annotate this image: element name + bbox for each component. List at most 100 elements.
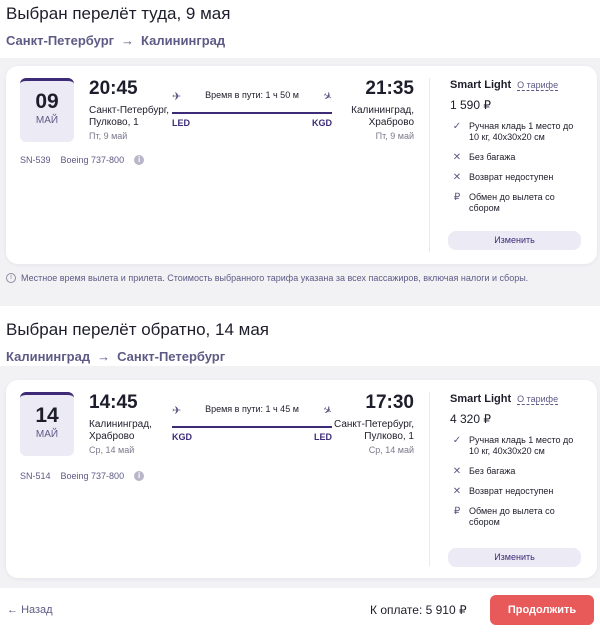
route-to: Калининград xyxy=(141,33,225,48)
arrival-time: 21:35 xyxy=(351,78,414,100)
feature-text: Обмен до вылета со сбором xyxy=(469,192,555,214)
inbound-flight-card: 14 МАЙ 14:45 Калининград, Храброво Ср, 1… xyxy=(6,380,597,578)
arrival-city-line-1: Калининград, xyxy=(351,105,414,117)
departure-code: LED xyxy=(172,118,190,128)
flight-duration: Время в пути: 1 ч 45 м xyxy=(172,404,332,414)
footer-bar: ← Назад К оплате: 5 910 ₽ Продолжить xyxy=(0,588,600,633)
departure-city-line-2: Храброво xyxy=(89,431,152,443)
feature-text-line: сбором xyxy=(469,203,555,214)
arrival-city-line-1: Санкт-Петербург, xyxy=(334,419,414,431)
ruble-icon: ₽ xyxy=(450,506,464,517)
cross-icon: ✕ xyxy=(450,466,464,477)
fare-block: Smart Light О тарифе 4 320 ₽ ✓ Ручная кл… xyxy=(450,393,584,528)
feature-text-line: Ручная кладь 1 место до xyxy=(469,435,573,446)
flight-line xyxy=(172,112,332,114)
back-label: Назад xyxy=(21,604,53,616)
date-day: 14 xyxy=(20,404,74,428)
flight-info: SN-514 Boeing 737-800 i xyxy=(20,471,154,481)
inbound-route: Калининград → Санкт-Петербург xyxy=(6,349,594,364)
route-from: Санкт-Петербург xyxy=(6,33,114,48)
departure-time: 14:45 xyxy=(89,392,152,414)
feature-text: Обмен до вылета со сбором xyxy=(469,506,555,528)
arrow-right-icon: → xyxy=(97,349,110,364)
feature-text-line: 10 кг, 40х30х20 см xyxy=(469,132,573,143)
outbound-header: Выбран перелёт туда, 9 мая Санкт-Петербу… xyxy=(0,0,600,58)
feature-text: Возврат недоступен xyxy=(469,486,553,497)
divider xyxy=(429,392,430,566)
divider xyxy=(429,78,430,252)
fare-feature: ✕ Возврат недоступен xyxy=(450,172,584,183)
outbound-flight-card: 09 МАЙ 20:45 Санкт-Петербург, Пулково, 1… xyxy=(6,66,597,264)
departure-city: Калининград, Храброво xyxy=(89,419,152,443)
feature-text: Без багажа xyxy=(469,152,515,163)
feature-text-line: Ручная кладь 1 место до xyxy=(469,121,573,132)
feature-text: Ручная кладь 1 место до 10 кг, 40х30х20 … xyxy=(469,121,573,143)
continue-button[interactable]: Продолжить xyxy=(490,595,594,625)
flight-number: SN-539 xyxy=(20,155,51,165)
date-badge: 14 МАЙ xyxy=(20,392,74,456)
fare-block: Smart Light О тарифе 1 590 ₽ ✓ Ручная кл… xyxy=(450,79,584,214)
departure-time: 20:45 xyxy=(89,78,169,100)
cross-icon: ✕ xyxy=(450,172,464,183)
fare-title: Smart Light О тарифе xyxy=(450,79,584,91)
cross-icon: ✕ xyxy=(450,152,464,163)
price-note: i Местное время вылета и прилета. Стоимо… xyxy=(6,273,528,283)
feature-text: Без багажа xyxy=(469,466,515,477)
arrival-city-line-2: Пулково, 1 xyxy=(334,431,414,443)
fare-feature: ✓ Ручная кладь 1 место до 10 кг, 40х30х2… xyxy=(450,435,584,457)
route-from: Калининград xyxy=(6,349,90,364)
arrow-left-icon: ← xyxy=(7,604,18,616)
page-title: Выбран перелёт туда, 9 мая xyxy=(6,4,594,24)
arrival-date: Пт, 9 май xyxy=(351,131,414,141)
departure-city-line-1: Санкт-Петербург, xyxy=(89,105,169,117)
inbound-header: Выбран перелёт обратно, 14 мая Калинингр… xyxy=(0,306,600,366)
fare-feature: ✕ Без багажа xyxy=(450,152,584,163)
arrival-block: 17:30 Санкт-Петербург, Пулково, 1 Ср, 14… xyxy=(334,392,414,455)
departure-block: 14:45 Калининград, Храброво Ср, 14 май xyxy=(89,392,152,455)
info-icon: i xyxy=(6,273,16,283)
arrival-city: Санкт-Петербург, Пулково, 1 xyxy=(334,419,414,443)
fare-feature: ₽ Обмен до вылета со сбором xyxy=(450,506,584,528)
flight-line xyxy=(172,426,332,428)
arrival-city: Калининград, Храброво xyxy=(351,105,414,129)
info-icon[interactable]: i xyxy=(134,155,144,165)
fare-price: 1 590 ₽ xyxy=(450,98,584,112)
aircraft-type: Boeing 737-800 xyxy=(61,471,125,481)
fare-feature: ₽ Обмен до вылета со сбором xyxy=(450,192,584,214)
fare-feature: ✓ Ручная кладь 1 место до 10 кг, 40х30х2… xyxy=(450,121,584,143)
fare-name: Smart Light xyxy=(450,393,511,405)
info-icon[interactable]: i xyxy=(134,471,144,481)
date-month: МАЙ xyxy=(20,115,74,126)
date-badge: 09 МАЙ xyxy=(20,78,74,142)
check-icon: ✓ xyxy=(450,121,464,132)
fare-name: Smart Light xyxy=(450,79,511,91)
arrival-code: LED xyxy=(314,432,332,442)
fare-details-link[interactable]: О тарифе xyxy=(517,394,558,405)
feature-text: Ручная кладь 1 место до 10 кг, 40х30х20 … xyxy=(469,435,573,457)
arrival-code: KGD xyxy=(312,118,332,128)
ruble-icon: ₽ xyxy=(450,192,464,203)
arrival-city-line-2: Храброво xyxy=(351,117,414,129)
change-fare-button[interactable]: Изменить xyxy=(448,548,581,567)
feature-text-line: 10 кг, 40х30х20 см xyxy=(469,446,573,457)
aircraft-type: Boeing 737-800 xyxy=(61,155,125,165)
feature-text-line: Обмен до вылета со xyxy=(469,506,555,517)
feature-text-line: Обмен до вылета со xyxy=(469,192,555,203)
flight-number: SN-514 xyxy=(20,471,51,481)
arrow-right-icon: → xyxy=(121,33,134,48)
departure-city-line-2: Пулково, 1 xyxy=(89,117,169,129)
date-month: МАЙ xyxy=(20,429,74,440)
price-note-text: Местное время вылета и прилета. Стоимост… xyxy=(21,273,528,283)
arrival-time: 17:30 xyxy=(334,392,414,414)
arrival-date: Ср, 14 май xyxy=(334,445,414,455)
departure-city-line-1: Калининград, xyxy=(89,419,152,431)
fare-details-link[interactable]: О тарифе xyxy=(517,80,558,91)
change-fare-button[interactable]: Изменить xyxy=(448,231,581,250)
departure-date: Ср, 14 май xyxy=(89,445,152,455)
back-button[interactable]: ← Назад xyxy=(7,604,53,616)
departure-code: KGD xyxy=(172,432,192,442)
feature-text: Возврат недоступен xyxy=(469,172,553,183)
fare-feature: ✕ Без багажа xyxy=(450,466,584,477)
departure-date: Пт, 9 май xyxy=(89,131,169,141)
section-title: Выбран перелёт обратно, 14 мая xyxy=(6,320,594,340)
